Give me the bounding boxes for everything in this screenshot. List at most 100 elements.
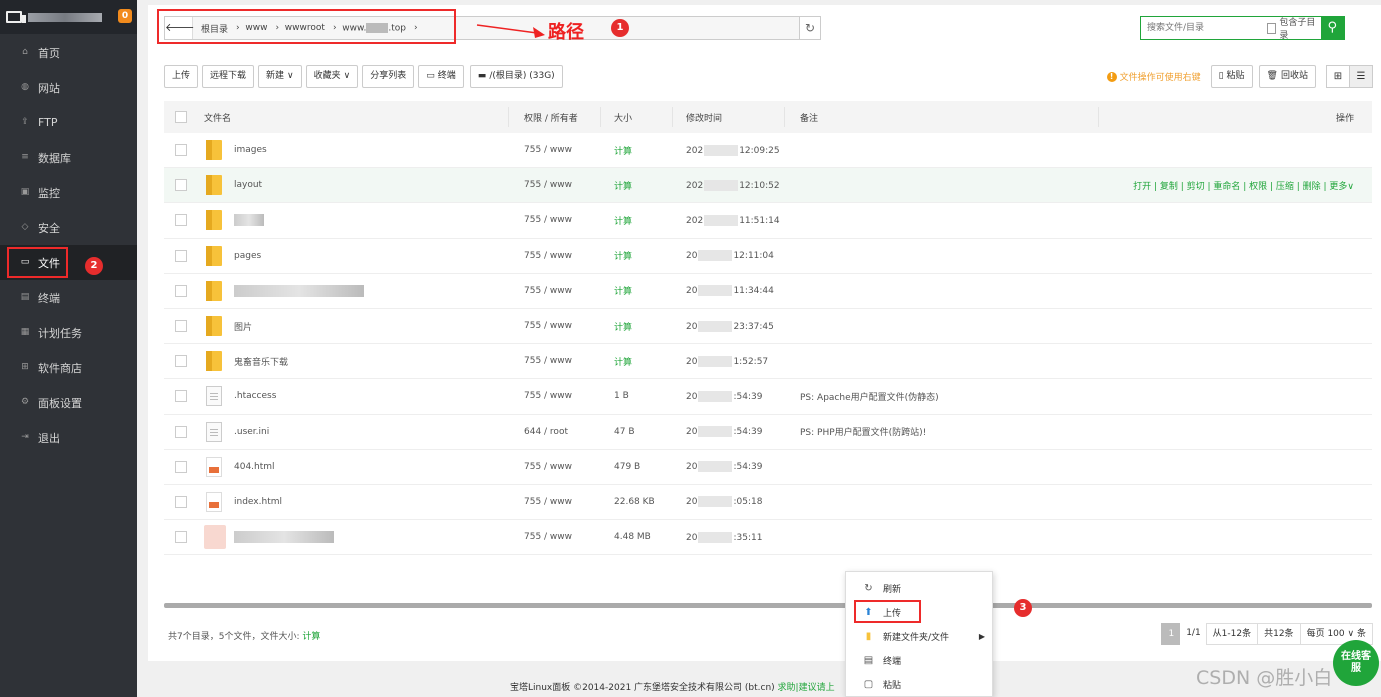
row-checkbox[interactable]: [175, 284, 187, 297]
grid-view-icon[interactable]: ⊞: [1326, 65, 1350, 88]
include-subdir-checkbox[interactable]: 包含子目录: [1267, 17, 1321, 41]
file-name[interactable]: layout: [234, 180, 262, 190]
row-checkbox[interactable]: [175, 390, 187, 403]
row-checkbox[interactable]: [175, 144, 187, 157]
context-paste[interactable]: ▢ 粘贴: [846, 672, 992, 696]
table-row[interactable]: index.html 755 / www 22.68 KB 20:05:18: [164, 485, 1372, 521]
file-name[interactable]: pages: [234, 251, 261, 261]
row-checkbox[interactable]: [175, 495, 187, 508]
header-mtime[interactable]: 修改时间: [680, 111, 792, 124]
size-cell[interactable]: 计算: [608, 214, 680, 227]
header-size[interactable]: 大小: [608, 111, 680, 124]
file-name[interactable]: images: [234, 145, 267, 155]
list-view-icon[interactable]: ☰: [1349, 65, 1373, 88]
sidebar-item-database[interactable]: ≡ 数据库: [0, 140, 137, 175]
row-checkbox[interactable]: [175, 249, 187, 262]
permission-cell[interactable]: 755 / www: [516, 180, 608, 190]
table-row[interactable]: 755 / www 计算 202 11:51:14: [164, 203, 1372, 239]
header-name[interactable]: 文件名: [200, 111, 516, 124]
table-row[interactable]: 404.html 755 / www 479 B 20:54:39: [164, 450, 1372, 485]
sidebar-item-store[interactable]: ⊞ 软件商店: [0, 350, 137, 385]
row-checkbox[interactable]: [175, 179, 187, 192]
size-cell[interactable]: 计算: [608, 249, 680, 262]
select-all-checkbox[interactable]: [175, 111, 187, 123]
terminal-button[interactable]: ▭ 终端: [418, 65, 464, 88]
horizontal-scrollbar[interactable]: [164, 603, 1372, 608]
context-new[interactable]: ▮ 新建文件夹/文件 ▶: [846, 624, 992, 648]
permission-cell[interactable]: 755 / www: [516, 497, 608, 507]
permission-cell[interactable]: 755 / www: [516, 462, 608, 472]
table-row[interactable]: 图片 755 / www 计算 20 23:37:45: [164, 309, 1372, 345]
redacted-file-name[interactable]: [234, 284, 364, 297]
row-checkbox[interactable]: [175, 320, 187, 333]
search-icon[interactable]: ⚲: [1320, 17, 1344, 39]
header-permission[interactable]: 权限 / 所有者: [516, 111, 608, 124]
table-row[interactable]: layout 755 / www 计算 202 12:10:52 打开 | 复制 | 剪切…: [164, 168, 1372, 204]
checkbox-box[interactable]: [1267, 22, 1277, 34]
sidebar-item-security[interactable]: ◇ 安全: [0, 210, 137, 245]
new-dropdown-button[interactable]: 新建 ∨: [258, 65, 302, 88]
permission-cell[interactable]: 755 / www: [516, 356, 608, 366]
row-checkbox[interactable]: [175, 214, 187, 227]
permission-cell[interactable]: 644 / root: [516, 427, 608, 437]
permission-cell[interactable]: 755 / www: [516, 391, 608, 401]
file-name[interactable]: index.html: [234, 497, 282, 507]
table-row[interactable]: 鬼畜音乐下载 755 / www 计算 20 1:52:57: [164, 344, 1372, 380]
sidebar-item-home[interactable]: ⌂ 首页: [0, 35, 137, 70]
feedback-link[interactable]: 求助|建议请上: [778, 683, 835, 693]
online-support-button[interactable]: 在线客服: [1333, 640, 1379, 686]
size-cell[interactable]: 计算: [608, 355, 680, 368]
file-name[interactable]: 鬼畜音乐下载: [234, 355, 288, 368]
sidebar-item-settings[interactable]: ⚙ 面板设置: [0, 385, 137, 420]
remote-download-button[interactable]: 远程下载: [202, 65, 255, 88]
paste-button[interactable]: ▯ 粘贴: [1210, 65, 1253, 88]
permission-cell[interactable]: 755 / www: [516, 251, 608, 261]
permission-cell[interactable]: 755 / www: [516, 321, 608, 331]
recycle-bin-button[interactable]: 🗑 回收站: [1258, 65, 1316, 88]
refresh-icon[interactable]: ↻: [799, 16, 821, 40]
row-checkbox[interactable]: [175, 531, 187, 544]
table-row[interactable]: 755 / www 计算 20 11:34:44: [164, 274, 1372, 309]
size-cell[interactable]: 计算: [608, 144, 680, 157]
sidebar-item-ftp[interactable]: ⇪ FTP: [0, 105, 137, 140]
file-name[interactable]: 404.html: [234, 462, 275, 472]
size-cell[interactable]: 计算: [608, 284, 680, 297]
size-cell[interactable]: 计算: [608, 320, 680, 333]
context-refresh[interactable]: ↻ 刷新: [846, 576, 992, 600]
permission-cell[interactable]: 755 / www: [516, 215, 608, 225]
page-current[interactable]: 1: [1161, 623, 1182, 645]
row-checkbox[interactable]: [175, 355, 187, 368]
sidebar-item-terminal[interactable]: ▤ 终端: [0, 280, 137, 315]
sidebar-item-monitor[interactable]: ▣ 监控: [0, 175, 137, 210]
calc-size-link[interactable]: 计算: [302, 632, 320, 642]
share-list-button[interactable]: 分享列表: [362, 65, 415, 88]
table-row[interactable]: pages 755 / www 计算 20 12:11:04: [164, 239, 1372, 274]
table-row[interactable]: images 755 / www 计算 202 12:09:25: [164, 133, 1372, 169]
disk-button[interactable]: ▬/(根目录) (33G): [469, 65, 563, 88]
permission-cell[interactable]: 755 / www: [516, 532, 608, 542]
notification-badge[interactable]: 0: [118, 9, 132, 23]
note-cell[interactable]: PS: PHP用户配置文件(防跨站)!: [792, 425, 1372, 438]
row-operations[interactable]: 打开 | 复制 | 剪切 | 重命名 | 权限 | 压缩 | 删除 | 更多∨: [1133, 179, 1354, 192]
permission-cell[interactable]: 755 / www: [516, 145, 608, 155]
table-row[interactable]: .htaccess 755 / www 1 B 20:54:39 PS: Apache用…: [164, 379, 1372, 415]
permission-cell[interactable]: 755 / www: [516, 286, 608, 296]
redacted-file-name[interactable]: [234, 531, 334, 544]
note-cell[interactable]: PS: Apache用户配置文件(伪静态): [792, 390, 1372, 403]
file-name[interactable]: .user.ini: [234, 427, 269, 437]
file-name[interactable]: .htaccess: [234, 391, 276, 401]
row-checkbox[interactable]: [175, 425, 187, 438]
row-checkbox[interactable]: [175, 460, 187, 473]
sidebar-item-cron[interactable]: ▦ 计划任务: [0, 315, 137, 350]
table-row[interactable]: .user.ini 644 / root 47 B 20:54:39 PS: PHP用户…: [164, 415, 1372, 450]
favorites-dropdown-button[interactable]: 收藏夹 ∨: [305, 65, 359, 88]
file-name[interactable]: 图片: [234, 320, 252, 333]
context-terminal[interactable]: ▤ 终端: [846, 648, 992, 672]
redacted-file-name[interactable]: [234, 214, 264, 227]
search-input[interactable]: [1141, 17, 1267, 39]
sidebar-item-logout[interactable]: ⇥ 退出: [0, 420, 137, 455]
sidebar-item-website[interactable]: ◍ 网站: [0, 70, 137, 105]
upload-button[interactable]: 上传: [164, 65, 199, 88]
size-cell[interactable]: 计算: [608, 179, 680, 192]
table-row[interactable]: 755 / www 4.48 MB 20:35:11: [164, 520, 1372, 556]
